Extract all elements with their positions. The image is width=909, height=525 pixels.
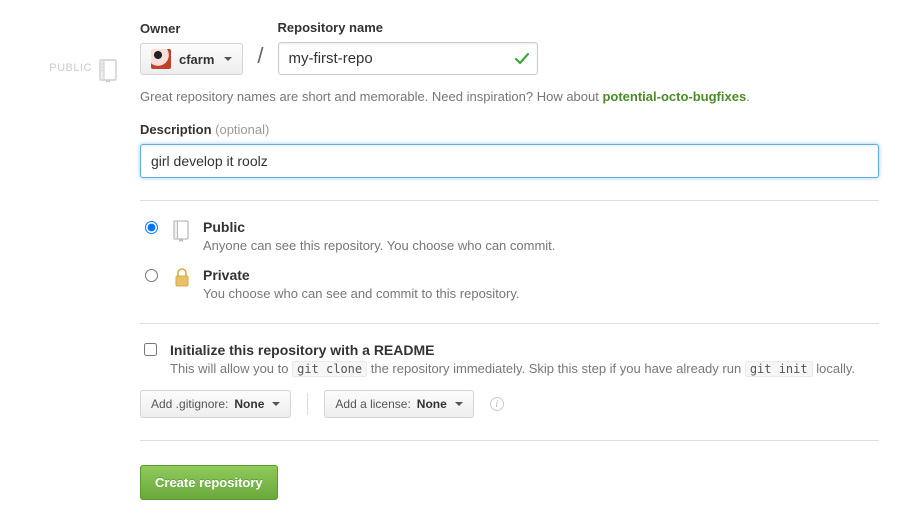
owner-label: Owner	[140, 21, 243, 36]
chevron-down-icon	[224, 57, 232, 61]
repo-icon	[98, 58, 120, 84]
name-hint: Great repository names are short and mem…	[140, 89, 879, 104]
visibility-public-sub: Anyone can see this repository. You choo…	[203, 238, 555, 253]
suggestion-link[interactable]: potential-octo-bugfixes	[602, 89, 746, 104]
init-readme-sub: This will allow you to git clone the rep…	[170, 361, 855, 376]
divider	[140, 323, 879, 324]
owner-name: cfarm	[179, 52, 214, 67]
visibility-private-sub: You choose who can see and commit to thi…	[203, 286, 520, 301]
owner-select[interactable]: cfarm	[140, 43, 243, 75]
description-label: Description	[140, 122, 212, 137]
visibility-public-title: Public	[203, 219, 245, 235]
visibility-badge-label: PUBLIC	[49, 58, 92, 74]
visibility-public-radio[interactable]	[145, 221, 158, 234]
check-icon	[514, 51, 530, 67]
repo-name-input[interactable]	[278, 42, 538, 75]
path-separator: /	[255, 43, 265, 75]
lock-icon	[171, 267, 193, 289]
create-repository-button[interactable]: Create repository	[140, 465, 278, 500]
divider	[140, 440, 879, 441]
chevron-down-icon	[272, 402, 280, 406]
chevron-down-icon	[455, 402, 463, 406]
repo-name-label: Repository name	[278, 20, 538, 35]
visibility-private-title: Private	[203, 267, 250, 283]
code-git-clone: git clone	[292, 361, 367, 377]
info-icon[interactable]: i	[490, 397, 504, 411]
gitignore-select[interactable]: Add .gitignore: None	[140, 390, 291, 418]
init-readme-title: Initialize this repository with a README	[170, 342, 434, 358]
avatar	[151, 49, 171, 69]
divider-vertical	[307, 393, 308, 415]
description-optional: (optional)	[215, 122, 269, 137]
repo-public-icon	[171, 219, 193, 243]
divider	[140, 200, 879, 201]
license-select[interactable]: Add a license: None	[324, 390, 473, 418]
visibility-private-radio[interactable]	[145, 269, 158, 282]
description-input[interactable]	[140, 144, 879, 178]
init-readme-checkbox[interactable]	[144, 343, 157, 356]
code-git-init: git init	[745, 361, 813, 377]
